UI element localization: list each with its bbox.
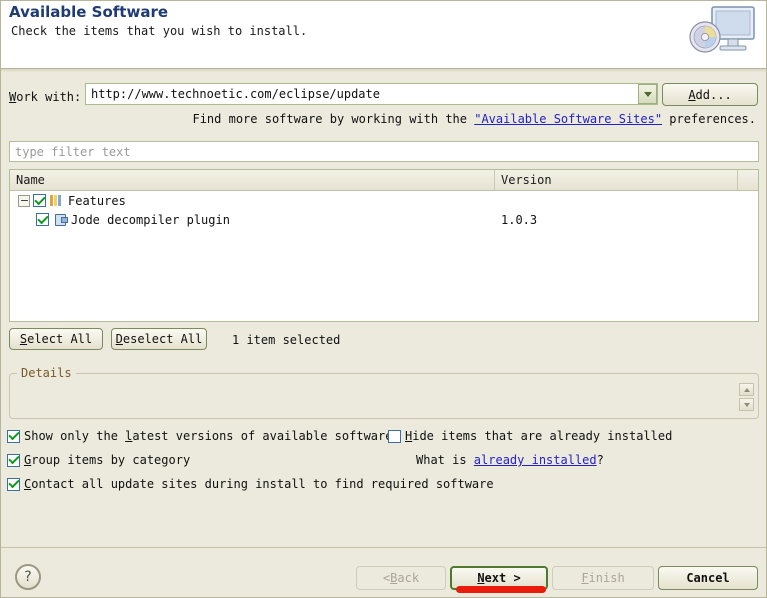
- checkbox[interactable]: [7, 477, 20, 491]
- row-version: 1.0.3: [501, 212, 538, 227]
- details-scrollbar[interactable]: [739, 383, 754, 413]
- computer-with-cd-icon: [689, 6, 755, 53]
- filter-placeholder: type filter text: [15, 144, 131, 159]
- plugin-icon: [53, 213, 68, 226]
- page-title: Available Software: [9, 3, 169, 21]
- help-icon[interactable]: ?: [15, 564, 41, 590]
- cancel-button[interactable]: Cancel: [658, 566, 758, 590]
- what-is-suffix: ?: [596, 453, 604, 467]
- details-group: [9, 373, 759, 419]
- option-hide-installed[interactable]: Hide items that are already installed: [388, 429, 672, 443]
- option-label: Contact all update sites during install …: [24, 477, 494, 491]
- red-annotation-stroke: [456, 586, 546, 593]
- available-software-sites-link[interactable]: "Available Software Sites": [474, 112, 662, 126]
- column-header-version[interactable]: Version: [495, 170, 738, 190]
- already-installed-link[interactable]: already installed: [474, 453, 597, 467]
- select-all-button[interactable]: Select All: [9, 328, 103, 350]
- scroll-down-icon[interactable]: [739, 398, 754, 411]
- table-row[interactable]: Jode decompiler plugin 1.0.3: [10, 210, 758, 229]
- checkbox[interactable]: [7, 429, 20, 443]
- header-divider: [1, 69, 766, 72]
- find-more-suffix: preferences.: [662, 112, 756, 126]
- row-checkbox[interactable]: [33, 194, 46, 207]
- available-software-dialog: Available Software Check the items that …: [0, 0, 767, 598]
- scroll-up-icon[interactable]: [739, 383, 754, 396]
- selected-count-label: 1 item selected: [232, 333, 341, 347]
- row-name: Jode decompiler plugin: [71, 212, 230, 227]
- work-with-label: Work with:: [9, 90, 82, 104]
- page-subtitle: Check the items that you wish to install…: [11, 24, 308, 38]
- option-label: Group items by category: [24, 453, 191, 467]
- tree-header-row: Name Version: [10, 170, 758, 191]
- column-header-name[interactable]: Name: [10, 170, 495, 190]
- add-button[interactable]: Add...: [662, 83, 758, 106]
- checkbox[interactable]: [7, 453, 20, 467]
- table-row[interactable]: Features: [10, 191, 758, 210]
- bottom-divider: [1, 547, 766, 548]
- deselect-all-button[interactable]: Deselect All: [111, 328, 207, 350]
- column-header-extra: [738, 170, 758, 190]
- option-label: Show only the latest versions of availab…: [24, 429, 393, 443]
- filter-input[interactable]: type filter text: [9, 141, 759, 162]
- what-is-installed-text: What is already installed?: [416, 453, 604, 467]
- tree-node-features[interactable]: Features: [10, 194, 495, 208]
- chevron-down-icon[interactable]: [638, 84, 657, 104]
- back-button: < Back: [356, 566, 446, 590]
- software-tree[interactable]: Name Version Features Jode decompiler pl…: [9, 169, 759, 322]
- collapse-toggle-icon[interactable]: [18, 194, 30, 207]
- tree-node-jode-decompiler-plugin[interactable]: Jode decompiler plugin: [10, 213, 495, 227]
- find-more-prefix: Find more software by working with the: [192, 112, 475, 126]
- checkbox[interactable]: [388, 429, 401, 443]
- work-with-combo[interactable]: http://www.technoetic.com/eclipse/update: [85, 83, 658, 105]
- find-more-software-text: Find more software by working with the "…: [192, 112, 756, 126]
- option-contact-update-sites[interactable]: Contact all update sites during install …: [7, 477, 494, 491]
- details-legend: Details: [17, 366, 76, 380]
- row-name: Features: [68, 193, 126, 208]
- row-checkbox[interactable]: [36, 213, 49, 226]
- what-is-prefix: What is: [416, 453, 474, 467]
- option-group-by-category[interactable]: Group items by category: [7, 453, 190, 467]
- option-label: Hide items that are already installed: [405, 429, 673, 443]
- work-with-value[interactable]: http://www.technoetic.com/eclipse/update: [86, 87, 638, 101]
- finish-button: Finish: [552, 566, 654, 590]
- dialog-header: Available Software Check the items that …: [1, 1, 766, 69]
- feature-bars-icon: [50, 194, 64, 207]
- option-show-latest-versions[interactable]: Show only the latest versions of availab…: [7, 429, 392, 443]
